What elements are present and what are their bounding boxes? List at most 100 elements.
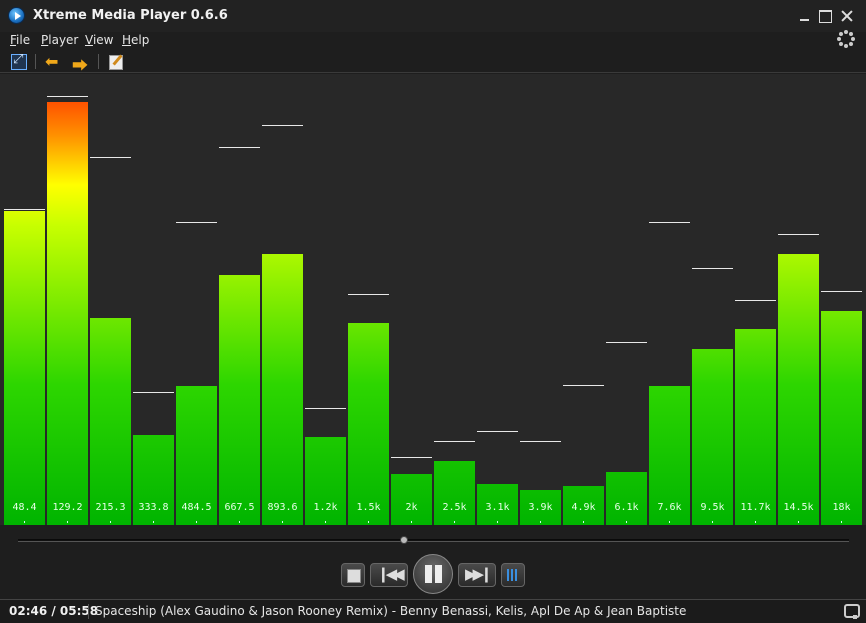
loading-spinner-icon[interactable]	[836, 29, 856, 49]
menu-file[interactable]: File	[10, 33, 30, 47]
chat-icon[interactable]	[844, 604, 860, 619]
spectrum-peak-marker	[477, 431, 518, 432]
edit-icon[interactable]	[107, 53, 125, 71]
spectrum-peak-marker	[520, 441, 561, 442]
frequency-label: 484.5	[181, 502, 212, 513]
arrow-right-icon[interactable]	[71, 52, 89, 76]
spectrum-bar	[348, 323, 389, 525]
pause-button[interactable]	[413, 554, 453, 594]
arrow-left-icon[interactable]	[44, 52, 62, 71]
frequency-label: 3.9k	[528, 502, 553, 513]
frequency-tick	[669, 521, 670, 523]
frequency-tick	[24, 521, 25, 523]
menu-player[interactable]: Player	[41, 33, 78, 47]
minimize-button[interactable]	[797, 8, 813, 24]
status-separator	[88, 604, 89, 619]
spectrum-peak-marker	[391, 457, 432, 458]
spectrum-bar	[606, 472, 647, 525]
fullscreen-icon[interactable]	[10, 52, 28, 71]
frequency-label: 14.5k	[783, 502, 814, 513]
app-logo-icon	[8, 7, 25, 24]
spectrum-bar	[262, 254, 303, 525]
frequency-label: 1.5k	[356, 502, 381, 513]
spectrum-bar	[391, 474, 432, 525]
frequency-label: 11.7k	[740, 502, 771, 513]
frequency-tick	[454, 521, 455, 523]
frequency-label: 4.9k	[571, 502, 596, 513]
spectrum-peak-marker	[778, 234, 819, 235]
toolbar-separator	[35, 54, 36, 69]
spectrum-peak-marker	[563, 385, 604, 386]
frequency-tick	[712, 521, 713, 523]
frequency-tick	[368, 521, 369, 523]
next-button[interactable]	[458, 563, 496, 587]
spectrum-bar	[219, 275, 260, 525]
frequency-tick	[110, 521, 111, 523]
frequency-tick	[196, 521, 197, 523]
frequency-label: 18k	[832, 502, 851, 513]
seek-bar[interactable]	[18, 539, 849, 542]
frequency-tick	[626, 521, 627, 523]
spectrum-bar	[821, 311, 862, 525]
frequency-tick	[67, 521, 68, 523]
spinner-dot	[839, 41, 844, 46]
frequency-label: 215.3	[95, 502, 126, 513]
spectrum-bar	[90, 318, 131, 525]
spectrum-bar	[47, 102, 88, 525]
spectrum-peak-marker	[649, 222, 690, 223]
spectrum-bar	[692, 349, 733, 525]
maximize-button[interactable]	[817, 8, 833, 24]
frequency-tick	[153, 521, 154, 523]
seek-thumb[interactable]	[400, 536, 409, 544]
menu-bar: File Player View Help	[0, 32, 866, 51]
title-bar: Xtreme Media Player 0.6.6	[0, 0, 866, 32]
spinner-dot	[851, 37, 855, 41]
frequency-label: 6.1k	[614, 502, 639, 513]
spinner-dot	[837, 37, 841, 41]
spectrum-peak-marker	[133, 392, 174, 393]
spectrum-peak-marker	[692, 268, 733, 269]
spectrum-peak-marker	[305, 408, 346, 409]
spectrum-visualizer: 48.4 129.2 215.3 333.8 484.5 667.5 893.6 1.2k 1.…	[0, 74, 866, 525]
window-title: Xtreme Media Player 0.6.6	[33, 8, 228, 23]
spectrum-peak-marker	[434, 441, 475, 442]
spinner-dot	[844, 30, 848, 34]
frequency-label: 333.8	[138, 502, 169, 513]
frequency-tick	[239, 521, 240, 523]
spectrum-peak-marker	[47, 96, 88, 97]
spectrum-bar	[778, 254, 819, 525]
spectrum-peak-marker	[821, 291, 862, 292]
frequency-tick	[282, 521, 283, 523]
spectrum-peak-marker	[735, 300, 776, 301]
track-title: Spaceship (Alex Gaudino & Jason Rooney R…	[95, 604, 687, 618]
frequency-label: 667.5	[224, 502, 255, 513]
spinner-dot	[839, 32, 844, 37]
spinner-dot	[848, 41, 853, 46]
spectrum-peak-marker	[4, 209, 45, 210]
spectrum-peak-marker	[219, 147, 260, 148]
menu-help[interactable]: Help	[122, 33, 149, 47]
frequency-tick	[798, 521, 799, 523]
spectrum-peak-marker	[262, 125, 303, 126]
frequency-tick	[540, 521, 541, 523]
frequency-label: 7.6k	[657, 502, 682, 513]
spectrum-peak-marker	[176, 222, 217, 223]
toolbar-separator	[98, 54, 99, 69]
frequency-label: 1.2k	[313, 502, 338, 513]
prev-button[interactable]	[370, 563, 408, 587]
spectrum-peak-marker	[90, 157, 131, 158]
spectrum-bar	[434, 461, 475, 525]
close-button[interactable]	[839, 8, 855, 24]
spinner-dot	[844, 44, 848, 48]
spectrum-bar	[735, 329, 776, 525]
volume-button[interactable]	[501, 563, 525, 587]
spectrum-peak-marker	[348, 294, 389, 295]
spectrum-bar	[4, 211, 45, 525]
stop-button[interactable]	[341, 563, 365, 587]
toolbar	[0, 51, 866, 76]
frequency-tick	[497, 521, 498, 523]
frequency-label: 3.1k	[485, 502, 510, 513]
frequency-tick	[755, 521, 756, 523]
frequency-tick	[411, 521, 412, 523]
menu-view[interactable]: View	[85, 33, 113, 47]
